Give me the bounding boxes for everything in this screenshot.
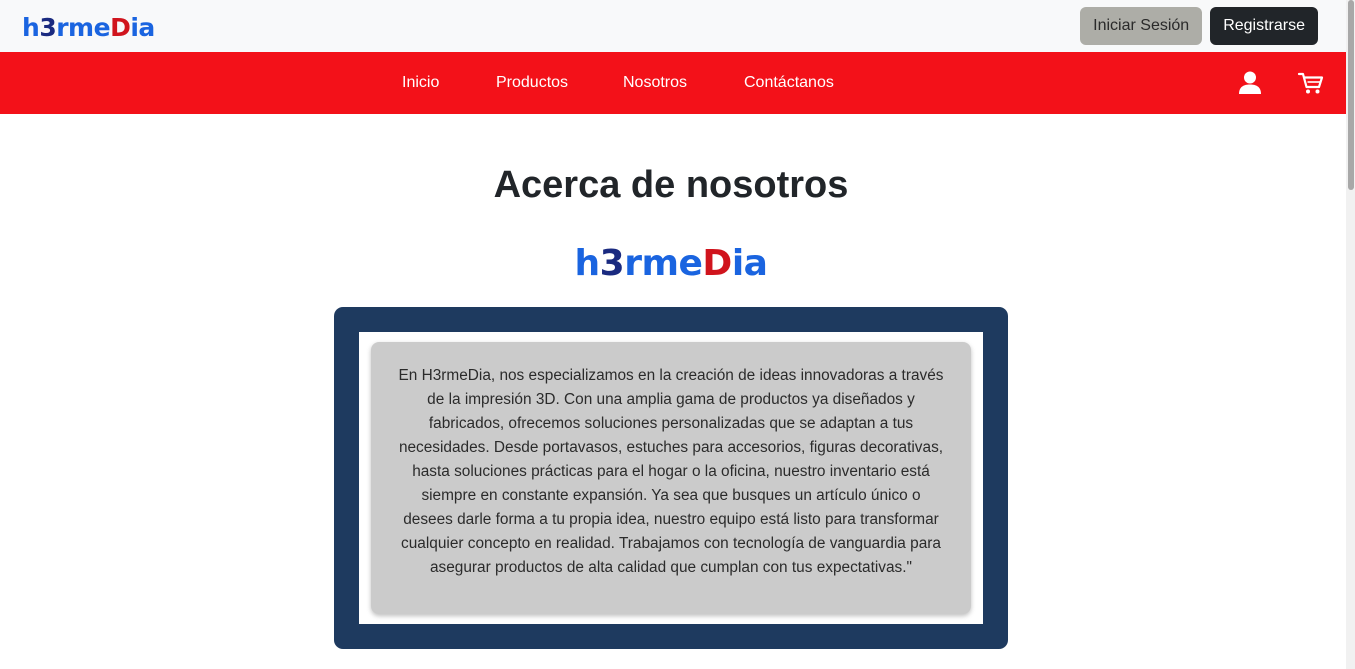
nav-item-inicio[interactable]: Inicio — [402, 52, 439, 114]
logo-part: rme — [624, 243, 703, 284]
auth-buttons: Iniciar Sesión Registrarse — [1080, 7, 1318, 45]
logo-part: ia — [731, 243, 768, 284]
top-bar: h3rmeDia Iniciar Sesión Registrarse — [0, 0, 1346, 52]
main-navbar: Inicio Productos Nosotros Contáctanos — [0, 52, 1346, 114]
page-title: Acerca de nosotros — [493, 164, 849, 206]
logo-part: h — [22, 12, 40, 42]
page: h3rmeDia Iniciar Sesión Registrarse Inic… — [0, 0, 1355, 669]
about-logo: h3rmeDia — [0, 246, 1342, 282]
scrollbar-thumb[interactable] — [1348, 0, 1354, 190]
brand-logo[interactable]: h3rmeDia — [22, 13, 155, 40]
nav-item-nosotros[interactable]: Nosotros — [623, 52, 687, 114]
register-button[interactable]: Registrarse — [1210, 7, 1318, 45]
logo-part: h — [574, 243, 601, 284]
nav-item-contactanos[interactable]: Contáctanos — [744, 52, 834, 114]
cart-icon[interactable] — [1297, 69, 1325, 97]
nav-links: Inicio Productos Nosotros Contáctanos — [0, 52, 1346, 114]
about-frame: En H3rmeDia, nos especializamos en la cr… — [334, 307, 1008, 649]
user-icon[interactable] — [1236, 69, 1264, 97]
login-button[interactable]: Iniciar Sesión — [1080, 7, 1203, 45]
about-text-card: En H3rmeDia, nos especializamos en la cr… — [371, 342, 971, 614]
logo-part: D — [702, 243, 732, 284]
logo-part: ia — [130, 12, 155, 42]
about-description: En H3rmeDia, nos especializamos en la cr… — [398, 367, 944, 576]
logo-part: 3 — [39, 12, 57, 42]
nav-item-productos[interactable]: Productos — [496, 52, 568, 114]
logo-part: D — [110, 12, 131, 42]
about-frame-inner: En H3rmeDia, nos especializamos en la cr… — [359, 332, 983, 624]
logo-part: rme — [56, 12, 111, 42]
logo-part: 3 — [599, 243, 625, 284]
